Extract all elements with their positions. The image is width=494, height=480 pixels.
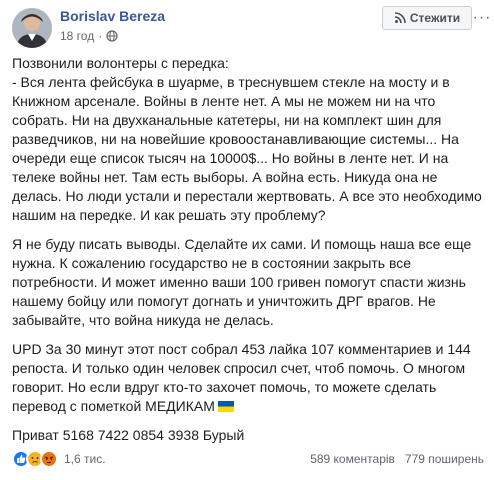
globe-icon[interactable] (106, 30, 118, 42)
follow-button-label: Стежити (409, 11, 461, 25)
follow-button[interactable]: Стежити (382, 6, 472, 30)
more-options-icon[interactable]: ··· (473, 10, 491, 26)
shares-count[interactable]: 779 поширень (405, 452, 484, 466)
reactions-summary[interactable] (12, 450, 58, 468)
post-paragraph-3-text: UPD За 30 минут этот пост собрал 453 лай… (12, 341, 475, 414)
ukraine-flag-icon (217, 401, 234, 412)
facebook-post: Borislav Bereza 18 год · Стежити ··· Поз… (0, 0, 494, 480)
author-name[interactable]: Borislav Bereza (60, 8, 165, 24)
post-paragraph-2: Я не буду писать выводы. Сделайте их сам… (12, 236, 476, 328)
post-meta: 18 год · (60, 29, 118, 43)
post-time[interactable]: 18 год (60, 29, 94, 43)
post-paragraph-4: Приват 5168 7422 0854 3938 Бурый (12, 427, 245, 443)
post-paragraph-1: Позвонили волонтеры с передка: - Вся лен… (12, 55, 482, 223)
angry-icon (40, 450, 58, 468)
post-text: Позвонили волонтеры с передка: - Вся лен… (12, 54, 484, 455)
reaction-count[interactable]: 1,6 тис. (64, 452, 106, 466)
rss-icon (394, 12, 406, 24)
comments-count[interactable]: 589 коментарів (310, 452, 395, 466)
post-paragraph-3: UPD За 30 минут этот пост собрал 453 лай… (12, 340, 484, 416)
avatar-image (12, 8, 52, 48)
post-footer: 1,6 тис. 589 коментарів 779 поширень (12, 448, 484, 470)
engagement-stats: 589 коментарів 779 поширень (310, 452, 484, 466)
author-avatar[interactable] (12, 8, 52, 48)
meta-separator: · (98, 29, 103, 43)
